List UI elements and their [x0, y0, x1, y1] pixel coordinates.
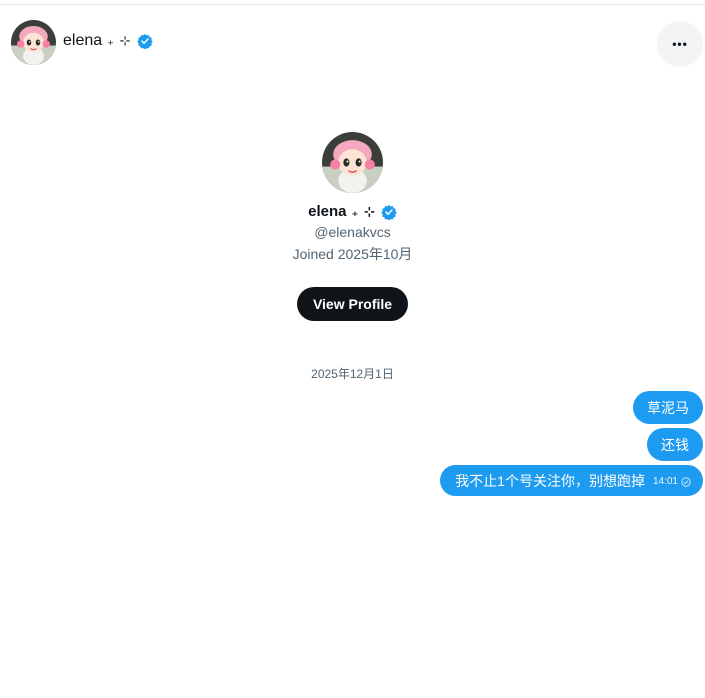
header-display-name[interactable]: elena ₊ ⊹	[63, 32, 153, 50]
verified-badge-icon	[381, 204, 397, 220]
message-bubble[interactable]: 我不止1个号关注你，别想跑掉 14:01	[440, 465, 703, 496]
profile-name-text: elena	[308, 203, 347, 220]
more-options-button[interactable]: •••	[657, 21, 703, 67]
profile-display-name: elena ₊ ⊹	[308, 203, 397, 220]
header-name-text: elena	[63, 32, 103, 49]
message-text: 我不止1个号关注你，别想跑掉	[455, 473, 645, 489]
view-profile-button[interactable]: View Profile	[296, 287, 409, 321]
profile-summary: elena ₊ ⊹ @elenakvcs Joined 2025年10月 Vie…	[0, 130, 705, 321]
header-avatar[interactable]	[11, 20, 56, 65]
message-bubble[interactable]: 还钱	[647, 428, 703, 461]
message-text: 草泥马	[647, 400, 689, 416]
check-circle-icon	[681, 477, 691, 487]
date-separator: 2025年12月1日	[311, 367, 394, 381]
message-time: 14:01	[652, 476, 678, 487]
verified-badge-icon	[136, 34, 153, 49]
avatar-illustration	[322, 132, 383, 193]
profile-joined-date: Joined 2025年10月	[292, 246, 413, 262]
conversation-header: elena ₊ ⊹ •••	[0, 14, 705, 70]
profile-avatar[interactable]	[322, 132, 383, 193]
message-meta: 14:01	[653, 473, 691, 491]
more-horizontal-icon: •••	[672, 37, 688, 51]
top-divider	[0, 4, 705, 5]
message-text: 还钱	[661, 437, 689, 453]
profile-name-decoration: ₊ ⊹	[351, 203, 376, 219]
message-list: 草泥马 还钱 我不止1个号关注你，别想跑掉 14:01	[440, 391, 703, 496]
profile-handle: @elenakvcs	[314, 224, 391, 240]
header-name-decoration: ₊ ⊹	[107, 33, 132, 48]
message-bubble[interactable]: 草泥马	[633, 391, 703, 424]
avatar-illustration	[11, 20, 56, 65]
